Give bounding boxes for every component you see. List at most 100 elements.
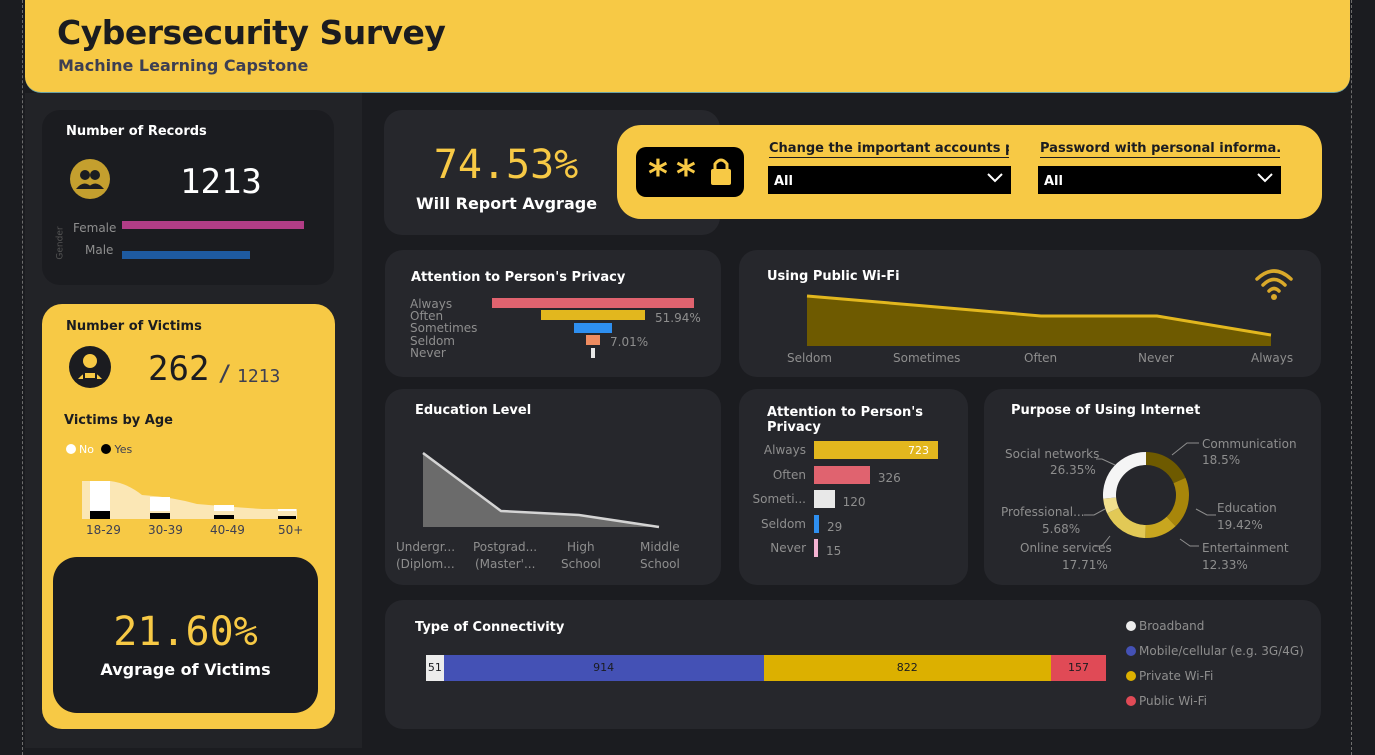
- public-wifi-chart: [806, 294, 1272, 346]
- funnel-bar-never[interactable]: [590, 347, 595, 358]
- male-bar[interactable]: [122, 251, 251, 259]
- purpose-label-comm: Communication: [1202, 437, 1297, 451]
- female-label: Female: [73, 221, 117, 235]
- victims-by-age-title: Victims by Age: [64, 413, 173, 428]
- privacy-funnel-card[interactable]: Attention to Person's Privacy Always Oft…: [385, 250, 721, 377]
- records-title: Number of Records: [66, 124, 207, 139]
- legend-broadband[interactable]: Broadband: [1126, 619, 1204, 633]
- legend-dot: [1126, 621, 1136, 631]
- legend-label: Public Wi-Fi: [1139, 694, 1207, 708]
- gender-axis-label: Gender: [55, 226, 66, 260]
- victims-yes-bar-40-49: [214, 515, 234, 519]
- victims-total: 1213: [237, 366, 281, 387]
- hacker-icon: [69, 346, 111, 388]
- privacy-bar[interactable]: [814, 490, 835, 508]
- purpose-card[interactable]: Purpose of Using Internet Communication …: [984, 389, 1321, 585]
- education-chart: [422, 451, 660, 529]
- privacy-bar[interactable]: [814, 539, 818, 557]
- education-tick-postgrad-1: Postgrad...: [473, 540, 538, 554]
- legend-dot: [1126, 646, 1136, 656]
- legend-dot: [1126, 696, 1136, 706]
- privacy-bar-value: 29: [826, 519, 843, 534]
- male-label: Male: [85, 243, 114, 257]
- purpose-pct-edu: 19.42%: [1217, 518, 1263, 532]
- privacy-bar-label: Someti...: [752, 492, 806, 506]
- legend-label: Broadband: [1139, 619, 1205, 633]
- education-tick-middle-2: School: [640, 557, 680, 571]
- privacy-bar-label: Seldom: [761, 516, 806, 531]
- legend-label: Mobile/cellular (e.g. 3G/4G): [1139, 644, 1304, 658]
- wifi-area: [807, 296, 1271, 346]
- wifi-tick-always: Always: [1251, 351, 1294, 365]
- purpose-label-social: Social networks: [1005, 447, 1100, 461]
- connectivity-stacked-bar: 51 914 822 157: [426, 655, 1106, 681]
- privacy-bar-value: 326: [877, 470, 901, 485]
- avg-victims-label: Avgrage of Victims: [100, 660, 271, 679]
- connectivity-title: Type of Connectivity: [415, 620, 565, 635]
- education-tick-high-1: High: [567, 540, 595, 554]
- avg-victims-card: 21.60% Avgrage of Victims: [53, 557, 318, 713]
- svg-text:*: *: [676, 152, 696, 196]
- purpose-pct-social: 26.35%: [1050, 463, 1096, 477]
- privacy-bars-card[interactable]: Attention to Person's Privacy Always 723 O…: [739, 389, 968, 585]
- public-wifi-card[interactable]: Using Public Wi-Fi Seldom Sometimes Ofte…: [739, 250, 1321, 377]
- filter-2-label: Password with personal informa...: [1040, 141, 1280, 158]
- filter-1-label: Change the important accounts p...: [769, 141, 1009, 158]
- privacy-bar-label: Always: [763, 443, 806, 457]
- education-tick-undergrad-2: (Diplom...: [396, 557, 455, 571]
- purpose-pct-online: 17.71%: [1062, 558, 1108, 572]
- age-tick-18-29: 18-29: [86, 523, 121, 537]
- filter-2-dropdown[interactable]: All: [1038, 166, 1281, 194]
- privacy-bars-title: Attention to Person's Privacy: [767, 405, 924, 435]
- legend-yes-dot: [101, 444, 112, 454]
- privacy-bar-label: Often: [772, 467, 806, 482]
- chevron-down-icon: [1257, 173, 1273, 183]
- education-area: [423, 453, 659, 527]
- records-card[interactable]: Number of Records 1213 Gender Female Mal…: [42, 110, 334, 285]
- privacy-bar[interactable]: [814, 465, 870, 484]
- age-tick-30-39: 30-39: [148, 523, 183, 537]
- filter-1-dropdown[interactable]: All: [768, 166, 1011, 194]
- purpose-label-prof: Professional...: [1001, 505, 1085, 519]
- legend-label: Private Wi-Fi: [1139, 669, 1214, 683]
- filters-card: * * Change the important accounts p... A…: [617, 125, 1322, 219]
- funnel-label-sometimes: Sometimes: [410, 321, 478, 335]
- privacy-bar-value: 15: [826, 544, 842, 558]
- education-card[interactable]: Education Level Undergr... (Diplom... Po…: [385, 389, 721, 585]
- legend-mobile[interactable]: Mobile/cellular (e.g. 3G/4G): [1126, 644, 1304, 658]
- privacy-funnel-title: Attention to Person's Privacy: [411, 270, 626, 285]
- funnel-pct-often: 51.94%: [655, 311, 701, 325]
- victims-no-area: [82, 481, 297, 519]
- password-lock-icon: * *: [636, 147, 744, 197]
- connectivity-segment[interactable]: 914: [443, 655, 764, 681]
- filter-1-value: All: [774, 174, 793, 189]
- female-bar[interactable]: [122, 221, 305, 229]
- svg-text:*: *: [648, 152, 668, 196]
- victims-title: Number of Victims: [66, 319, 202, 334]
- connectivity-segment[interactable]: 51: [426, 655, 444, 681]
- privacy-bar-value: 120: [842, 495, 866, 509]
- funnel-bar-seldom[interactable]: [585, 335, 601, 346]
- funnel-label-never: Never: [410, 346, 446, 360]
- age-legend: No Yes: [66, 443, 132, 456]
- victims-yes-bar-30-39: [150, 513, 170, 519]
- victims-separator: /: [218, 362, 232, 387]
- education-tick-postgrad-2: (Master'...: [475, 557, 536, 571]
- report-header: Cybersecurity Survey Machine Learning Ca…: [25, 0, 1350, 93]
- legend-public-wifi[interactable]: Public Wi-Fi: [1126, 694, 1207, 708]
- funnel-bar-often[interactable]: [540, 310, 646, 321]
- chevron-down-icon: [987, 173, 1003, 183]
- connectivity-card[interactable]: Type of Connectivity 51 914 822 157 Broadba…: [385, 600, 1321, 729]
- purpose-pct-ent: 12.33%: [1202, 558, 1248, 572]
- legend-no-dot: [66, 444, 76, 454]
- wifi-tick-never: Never: [1138, 351, 1174, 365]
- legend-private-wifi[interactable]: Private Wi-Fi: [1126, 669, 1213, 683]
- page-subtitle: Machine Learning Capstone: [58, 56, 309, 75]
- funnel-bar-always[interactable]: [492, 298, 694, 308]
- funnel-bar-sometimes[interactable]: [573, 322, 613, 333]
- privacy-bar[interactable]: [814, 514, 819, 533]
- connectivity-segment[interactable]: 822: [763, 655, 1052, 681]
- legend-no-label: No: [79, 443, 94, 456]
- records-value: 1213: [180, 162, 262, 202]
- connectivity-segment[interactable]: 157: [1051, 655, 1106, 681]
